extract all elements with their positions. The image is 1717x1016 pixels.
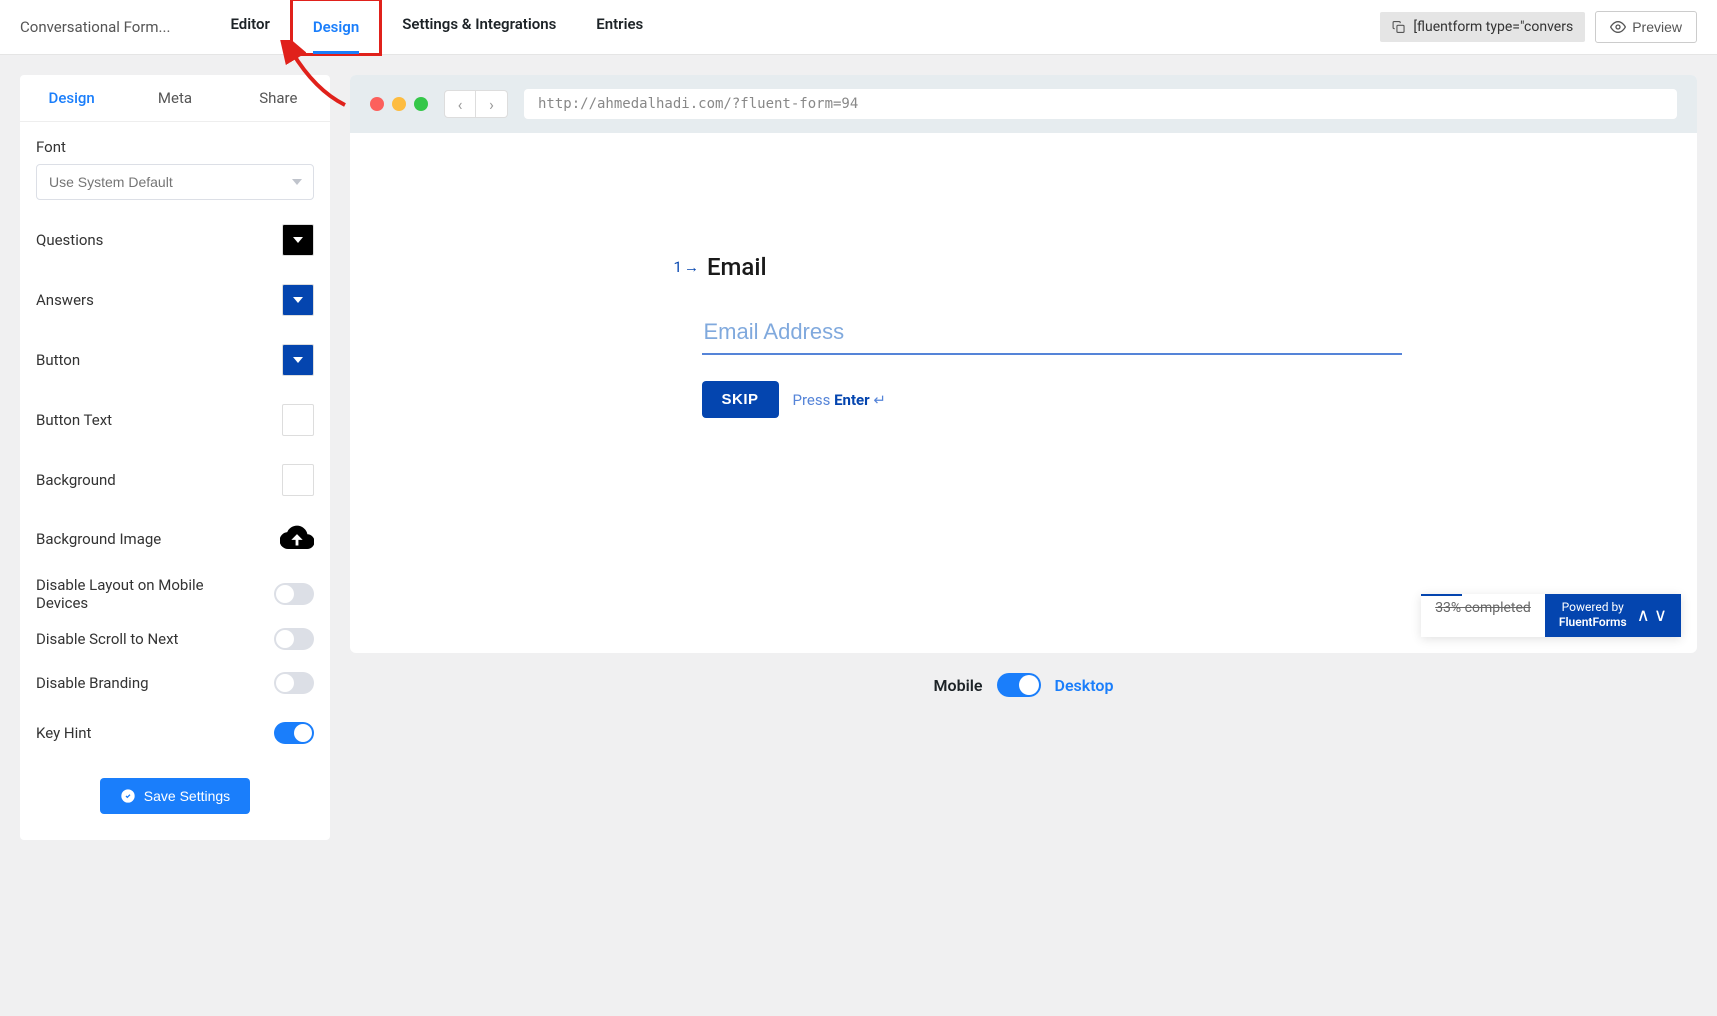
- chevron-down-icon[interactable]: ∨: [1654, 604, 1667, 627]
- form-nav-chevrons: ∧ ∨: [1637, 604, 1667, 627]
- progress-text: 33% completed: [1421, 594, 1545, 637]
- questions-label: Questions: [36, 231, 103, 249]
- disable-layout-mobile-toggle[interactable]: [274, 583, 314, 605]
- tab-settings-integrations[interactable]: Settings & Integrations: [382, 0, 576, 56]
- row-background-image: Background Image: [36, 510, 314, 568]
- font-select-wrap: [36, 164, 314, 200]
- sidebar-tab-share[interactable]: Share: [227, 75, 330, 121]
- preview-area: ‹ › http://ahmedalhadi.com/?fluent-form=…: [350, 75, 1697, 697]
- browser-back-button[interactable]: ‹: [444, 90, 476, 118]
- preview-label: Preview: [1632, 19, 1682, 35]
- save-settings-button[interactable]: Save Settings: [100, 778, 250, 814]
- enter-key-icon: ↵: [873, 391, 886, 409]
- browser-head: ‹ › http://ahmedalhadi.com/?fluent-form=…: [350, 75, 1697, 133]
- question-number: 1 →: [674, 258, 699, 276]
- disable-branding-label: Disable Branding: [36, 674, 149, 692]
- chevron-down-icon: [293, 357, 303, 363]
- chevron-up-icon[interactable]: ∧: [1637, 604, 1650, 627]
- main-wrap: Design Meta Share Font Questions Answers…: [0, 55, 1717, 860]
- top-nav: Editor Design Settings & Integrations En…: [210, 0, 663, 56]
- font-label: Font: [36, 138, 314, 156]
- device-switch[interactable]: [997, 673, 1041, 697]
- key-hint-label: Key Hint: [36, 724, 91, 742]
- sidebar: Design Meta Share Font Questions Answers…: [20, 75, 330, 840]
- dot-yellow-icon: [392, 97, 406, 111]
- browser-address-bar[interactable]: http://ahmedalhadi.com/?fluent-form=94: [524, 89, 1677, 119]
- tab-design[interactable]: Design: [290, 0, 382, 56]
- questions-color-swatch[interactable]: [282, 224, 314, 256]
- browser-body: 1 → Email SKIP Press Enter ↵ 33% comp: [350, 133, 1697, 653]
- font-select[interactable]: [36, 164, 314, 200]
- background-color-swatch[interactable]: [282, 464, 314, 496]
- button-text-color-swatch[interactable]: [282, 404, 314, 436]
- upload-icon[interactable]: [280, 524, 314, 554]
- browser-nav-buttons: ‹ ›: [444, 90, 508, 118]
- row-disable-branding: Disable Branding: [36, 658, 314, 708]
- row-button: Button: [36, 330, 314, 390]
- disable-branding-toggle[interactable]: [274, 672, 314, 694]
- disable-layout-mobile-label: Disable Layout on Mobile Devices: [36, 576, 216, 612]
- sidebar-tabs: Design Meta Share: [20, 75, 330, 122]
- sidebar-tab-meta[interactable]: Meta: [123, 75, 226, 121]
- row-background: Background: [36, 450, 314, 510]
- topbar-right: [fluentform type="convers Preview: [1380, 11, 1697, 43]
- row-key-hint: Key Hint: [36, 708, 314, 758]
- question-block: 1 → Email SKIP Press Enter ↵: [674, 253, 1374, 418]
- button-color-swatch[interactable]: [282, 344, 314, 376]
- key-hint-toggle[interactable]: [274, 722, 314, 744]
- save-label: Save Settings: [144, 788, 230, 804]
- sidebar-tab-design[interactable]: Design: [20, 75, 123, 121]
- device-toggle: Mobile Desktop: [350, 673, 1697, 697]
- progress-box: 33% completed Powered by FluentForms ∧ ∨: [1421, 594, 1681, 637]
- tab-editor[interactable]: Editor: [210, 0, 289, 56]
- eye-icon: [1610, 19, 1626, 35]
- copy-icon: [1392, 19, 1405, 35]
- shortcode-box[interactable]: [fluentform type="convers: [1380, 12, 1585, 42]
- check-circle-icon: [120, 788, 136, 804]
- window-dots: [370, 97, 428, 111]
- sidebar-body: Font Questions Answers Button Button Tex…: [20, 122, 330, 840]
- device-mobile-label: Mobile: [934, 676, 983, 695]
- dot-green-icon: [414, 97, 428, 111]
- chevron-down-icon: [293, 297, 303, 303]
- chevron-down-icon: [293, 237, 303, 243]
- browser-forward-button[interactable]: ›: [476, 90, 508, 118]
- row-button-text: Button Text: [36, 390, 314, 450]
- device-desktop-label: Desktop: [1055, 676, 1114, 695]
- row-disable-layout-mobile: Disable Layout on Mobile Devices: [36, 568, 314, 620]
- button-text-label: Button Text: [36, 411, 112, 429]
- form-title: Conversational Form...: [20, 18, 170, 36]
- preview-button[interactable]: Preview: [1595, 11, 1697, 43]
- question-title: Email: [707, 253, 767, 281]
- row-disable-scroll: Disable Scroll to Next: [36, 620, 314, 658]
- action-row: SKIP Press Enter ↵: [702, 381, 1374, 418]
- answers-label: Answers: [36, 291, 94, 309]
- powered-by[interactable]: Powered by FluentForms ∧ ∨: [1545, 594, 1681, 637]
- disable-scroll-toggle[interactable]: [274, 628, 314, 650]
- shortcode-text: [fluentform type="convers: [1413, 19, 1573, 35]
- skip-button[interactable]: SKIP: [702, 381, 779, 418]
- email-input[interactable]: [702, 311, 1402, 355]
- arrow-right-icon: →: [684, 258, 699, 276]
- enter-hint: Press Enter ↵: [793, 391, 886, 409]
- button-label: Button: [36, 351, 80, 369]
- row-answers: Answers: [36, 270, 314, 330]
- dot-red-icon: [370, 97, 384, 111]
- top-bar: Conversational Form... Editor Design Set…: [0, 0, 1717, 55]
- tab-entries[interactable]: Entries: [576, 0, 663, 56]
- row-questions: Questions: [36, 210, 314, 270]
- answers-color-swatch[interactable]: [282, 284, 314, 316]
- background-image-label: Background Image: [36, 530, 161, 548]
- background-label: Background: [36, 471, 116, 489]
- disable-scroll-label: Disable Scroll to Next: [36, 630, 178, 648]
- question-header: 1 → Email: [674, 253, 1374, 281]
- browser-frame: ‹ › http://ahmedalhadi.com/?fluent-form=…: [350, 75, 1697, 653]
